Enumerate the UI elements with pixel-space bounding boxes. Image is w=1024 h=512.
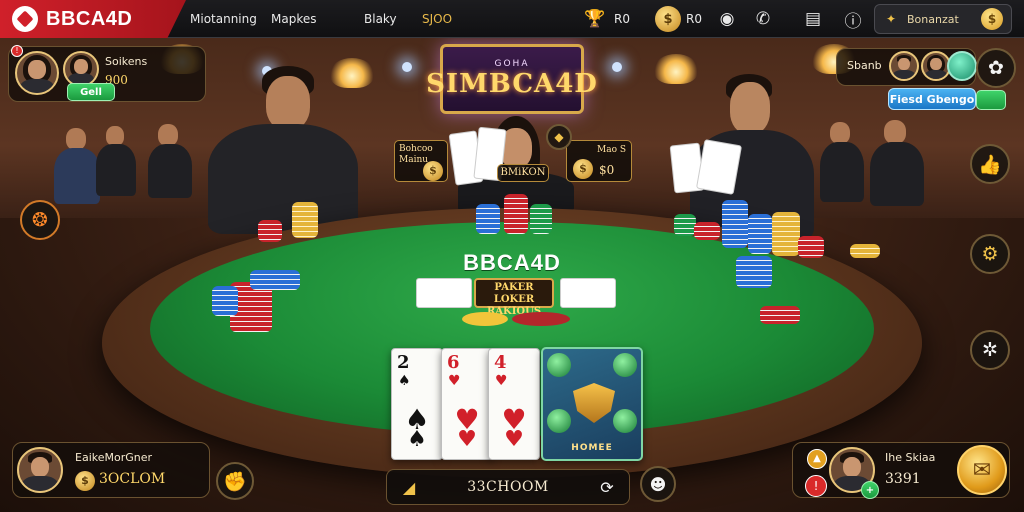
nav-item[interactable]: Mapkes xyxy=(271,0,316,38)
gem-icon xyxy=(613,409,637,433)
chip-stack xyxy=(530,204,552,234)
hand-card[interactable]: 4 ♥ ♥ ♥ xyxy=(488,348,540,460)
chip-stack xyxy=(250,270,300,290)
coin-icon: $ xyxy=(981,8,1003,30)
chandelier xyxy=(330,58,374,88)
emblem-button[interactable]: ❂ xyxy=(20,200,60,240)
chip-stack xyxy=(850,244,880,258)
nav-item[interactable]: Blaky xyxy=(364,0,397,38)
shield-icon xyxy=(573,383,615,423)
gem-icon xyxy=(547,353,571,377)
player-amount: 3OCLOM xyxy=(99,471,166,487)
community-card xyxy=(416,278,472,308)
sign-title: SIMBCA4D xyxy=(426,69,598,99)
avatar xyxy=(17,447,63,493)
avatar xyxy=(15,51,59,95)
special-card-label: HOMEE xyxy=(571,443,613,453)
ticket-icon: ✦ xyxy=(885,12,897,26)
coin-icon: $ xyxy=(573,159,593,179)
chip-stack xyxy=(292,202,318,238)
bottom-right-player-panel[interactable]: ▲ ! + Ihe Skiaa 3391 ✉ xyxy=(792,442,1010,499)
bottom-left-player-panel[interactable]: EaikeMorGner $ 3OCLOM xyxy=(12,442,210,498)
mail-coin-icon[interactable]: ✉ xyxy=(957,445,1007,495)
info-plate-right: Mao S $ $0 xyxy=(566,140,632,182)
trophy-icon[interactable]: 🏆 xyxy=(582,6,608,32)
coin-icon: $ xyxy=(75,471,95,491)
chip-stack xyxy=(504,194,528,234)
book-icon[interactable]: ▤ xyxy=(800,6,826,32)
flag-icon: ▲ xyxy=(807,449,827,469)
chip-stack xyxy=(674,214,696,236)
community-card xyxy=(560,278,616,308)
chip-stack xyxy=(694,222,720,240)
chip-stack xyxy=(748,214,772,254)
spotlight xyxy=(402,62,412,72)
avatar xyxy=(889,51,919,81)
player-name: EaikeMorGner xyxy=(75,451,153,464)
chip-stack xyxy=(722,200,748,248)
settings-button[interactable]: ⚙ xyxy=(970,234,1010,274)
top-bar: BBCA4D Miotanning Mapkes Blaky SJOO 🏆 R0… xyxy=(0,0,1024,38)
chip-stack xyxy=(798,236,824,258)
info-plate-center: BMiKON xyxy=(497,164,549,182)
chandelier xyxy=(654,54,698,84)
chip-stack xyxy=(760,306,800,324)
sell-button[interactable]: Gell xyxy=(67,83,115,101)
top-left-player-panel[interactable]: ! Soikens 900 Gell xyxy=(8,45,206,102)
table-plate: PAKER LOKER RAKIOUS xyxy=(474,278,554,317)
player-amount: 3391 xyxy=(885,471,921,487)
mask-button[interactable]: ☻ xyxy=(640,466,676,502)
hand-card[interactable]: 6 ♥ ♥ ♥ xyxy=(441,348,493,460)
refresh-icon[interactable]: ⟳ xyxy=(595,475,619,499)
coin-icon[interactable]: $ xyxy=(655,6,681,32)
brand-logo[interactable]: BBCA4D xyxy=(0,0,186,38)
top-right-player-panel[interactable]: Sbanb xyxy=(836,48,977,86)
coin-icon: $ xyxy=(423,161,443,181)
sign-sub: GOHA xyxy=(494,59,530,69)
chip-stack xyxy=(476,204,500,234)
chip-stack xyxy=(736,256,772,288)
ticket-icon[interactable]: ◢ xyxy=(397,475,421,499)
info-plate-left: Bohcoo Mainu $ xyxy=(394,140,448,182)
gear-button[interactable]: ✲ xyxy=(970,330,1010,370)
chip-stack xyxy=(212,286,238,316)
friends-button[interactable]: Fiesd Gbengo xyxy=(888,88,976,110)
nav-item[interactable]: SJOO xyxy=(422,0,452,38)
player-name: Soikens xyxy=(105,55,148,68)
dealer-badge[interactable]: ◆ xyxy=(546,124,572,150)
bonus-pill[interactable]: ✦ Bonanzat $ xyxy=(874,4,1012,34)
gift-button[interactable]: ✿ xyxy=(976,48,1016,88)
thumb-up-button[interactable]: 👍 xyxy=(970,144,1010,184)
audio-icon[interactable]: ◉ xyxy=(714,6,740,32)
globe-icon xyxy=(947,51,977,81)
brand-icon xyxy=(12,6,38,32)
special-power-card[interactable]: HOMEE xyxy=(541,347,643,461)
info-icon[interactable]: ⓘ xyxy=(840,6,866,32)
player-name: Ihe Skiaa xyxy=(885,451,936,464)
notification-badge: ! xyxy=(11,45,23,57)
alert-icon: ! xyxy=(805,475,827,497)
bet-chip xyxy=(462,312,508,326)
count-text: R0 xyxy=(686,12,702,26)
chat-toggle[interactable] xyxy=(976,90,1006,110)
gem-icon xyxy=(613,353,637,377)
spotlight xyxy=(612,62,622,72)
avatar xyxy=(63,51,99,87)
player-name: Sbanb xyxy=(847,59,882,72)
neon-sign: GOHA SIMBCA4D xyxy=(426,44,597,114)
count-text: R0 xyxy=(614,12,630,26)
hand-card[interactable]: 2 ♠ ♠ ♠ xyxy=(391,348,443,460)
phone-icon[interactable]: ✆ xyxy=(750,6,776,32)
bet-chip xyxy=(512,312,570,326)
action-bar[interactable]: ◢ 33CHOOM ⟳ xyxy=(386,469,630,505)
emote-button[interactable]: ✊ xyxy=(216,462,254,500)
nav-item[interactable]: Miotanning xyxy=(190,0,257,38)
brand-name: BBCA4D xyxy=(46,7,133,30)
chip-stack xyxy=(772,212,800,256)
bonus-label: Bonanzat xyxy=(907,12,959,26)
action-bar-text: 33CHOOM xyxy=(467,479,549,495)
status-badge: + xyxy=(861,481,879,499)
chip-stack xyxy=(258,220,282,242)
gem-icon xyxy=(547,409,571,433)
